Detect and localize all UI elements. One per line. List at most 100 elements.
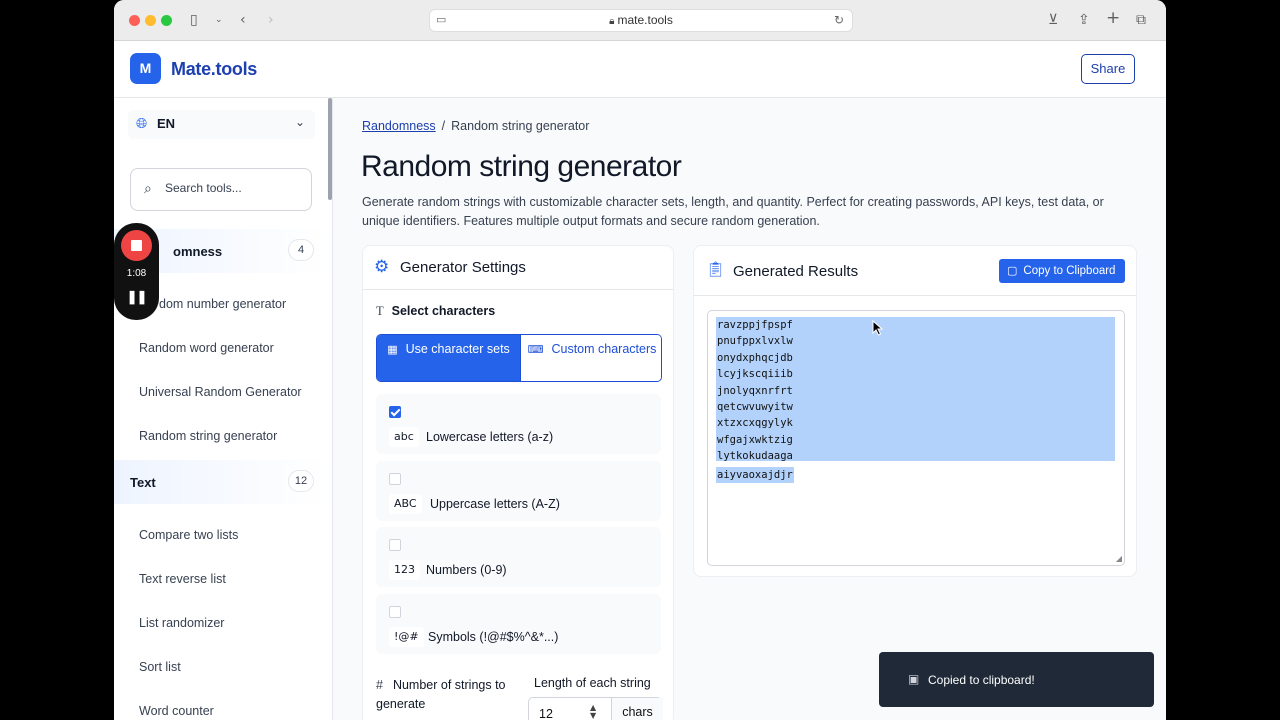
maximize-window-button[interactable] bbox=[161, 15, 172, 26]
custom-characters-button[interactable]: ⌨ Custom characters bbox=[520, 335, 661, 381]
forward-icon[interactable]: › bbox=[268, 10, 274, 30]
url-text: mate.tools bbox=[617, 13, 673, 27]
share-icon[interactable]: ⇪ bbox=[1078, 10, 1090, 30]
breadcrumb-separator: / bbox=[441, 119, 446, 133]
symbols-checkbox[interactable] bbox=[389, 606, 401, 618]
sidebar-item-list-randomizer[interactable]: List randomizer bbox=[139, 616, 224, 630]
sidebar-scrollbar[interactable] bbox=[328, 98, 332, 200]
uppercase-checkbox[interactable] bbox=[389, 473, 401, 485]
numbers-checkbox[interactable] bbox=[389, 539, 401, 551]
breadcrumb: Randomness / Random string generator bbox=[362, 119, 589, 133]
sidebar-item-sort-list[interactable]: Sort list bbox=[139, 660, 181, 674]
address-bar[interactable]: ▭ 🔒︎ mate.tools ↻ bbox=[429, 9, 853, 32]
result-line: lytkokudaaga bbox=[717, 450, 793, 463]
result-line: lcyjkscqiiib bbox=[717, 368, 793, 381]
breadcrumb-link-randomness[interactable]: Randomness bbox=[362, 119, 436, 133]
results-textarea[interactable]: ravzppjfpspf pnufppxlvxlw onydxphqcjdb l… bbox=[707, 310, 1125, 566]
settings-title: Generator Settings bbox=[400, 259, 526, 276]
toast-message: Copied to clipboard! bbox=[928, 673, 1035, 687]
gear-icon: ⚙ bbox=[374, 257, 390, 277]
page-settings-icon[interactable]: ▭ bbox=[436, 10, 446, 31]
sidebar-item-random-string-generator[interactable]: Random string generator bbox=[139, 429, 277, 443]
sidebar-item-random-number-generator[interactable]: dom number generator bbox=[159, 297, 286, 311]
language-select[interactable]: 🌐︎ EN ⌄ bbox=[128, 110, 315, 139]
length-stepper-icon[interactable]: ▲ ▼ bbox=[590, 704, 596, 720]
count-label: # Number of strings to generate bbox=[376, 676, 516, 714]
browser-window: ▯ ⌄ ‹ › ▭ 🔒︎ mate.tools ↻ ⊻ ⇪ + ⧉ M Mate.… bbox=[114, 0, 1166, 720]
new-tab-icon[interactable]: + bbox=[1106, 8, 1120, 28]
globe-icon: 🌐︎ bbox=[136, 116, 148, 132]
chevron-down-icon[interactable]: ⌄ bbox=[215, 10, 223, 30]
sidebar-item-random-word-generator[interactable]: Random word generator bbox=[139, 341, 274, 355]
language-value: EN bbox=[157, 116, 176, 131]
option-label: Symbols (!@#$%^&*...) bbox=[428, 630, 559, 644]
clipboard-list-icon: 📋︎ bbox=[706, 260, 726, 278]
sidebar-item-word-counter[interactable]: Word counter bbox=[139, 704, 214, 718]
lowercase-checkbox[interactable] bbox=[389, 406, 401, 418]
category-label: omness bbox=[173, 244, 223, 259]
minimize-window-button[interactable] bbox=[145, 15, 156, 26]
logo-text[interactable]: Mate.tools bbox=[171, 59, 257, 80]
reload-icon[interactable]: ↻ bbox=[834, 10, 844, 31]
result-line: pnufppxlvxlw bbox=[717, 335, 793, 348]
breadcrumb-current: Random string generator bbox=[451, 119, 590, 133]
logo-badge[interactable]: M bbox=[130, 53, 161, 84]
lock-icon: 🔒︎ bbox=[609, 16, 615, 27]
option-uppercase[interactable]: ABC Uppercase letters (A-Z) bbox=[376, 461, 661, 521]
option-numbers[interactable]: 123 Numbers (0-9) bbox=[376, 527, 661, 587]
result-line: wfgajxwktzig bbox=[717, 433, 793, 446]
option-tag: ABC bbox=[389, 494, 422, 514]
hash-icon: # bbox=[376, 678, 383, 692]
resize-handle-icon[interactable]: ◢ bbox=[1116, 554, 1122, 563]
length-input[interactable]: 12 ▲ ▼ chars bbox=[528, 697, 663, 720]
option-label: Lowercase letters (a-z) bbox=[426, 430, 554, 444]
use-character-sets-button[interactable]: ▦ Use character sets bbox=[377, 335, 520, 381]
result-line: jnolyqxnrfrt bbox=[717, 384, 793, 397]
generator-settings-card: ⚙ Generator Settings T Select characters … bbox=[362, 245, 674, 720]
option-label: Uppercase letters (A-Z) bbox=[430, 497, 560, 511]
settings-card-header: ⚙ Generator Settings bbox=[363, 246, 673, 290]
sidebar-item-text-reverse-list[interactable]: Text reverse list bbox=[139, 572, 226, 586]
keyboard-icon: ⌨ bbox=[527, 343, 544, 356]
search-input[interactable] bbox=[165, 181, 305, 195]
search-icon: ⌕ bbox=[144, 181, 152, 197]
result-line: aiyvaoxajdjr bbox=[716, 466, 794, 483]
category-count-badge: 12 bbox=[288, 470, 314, 492]
sidebar-toggle-icon[interactable]: ▯ bbox=[190, 10, 198, 30]
tab-overview-icon[interactable]: ⧉ bbox=[1136, 10, 1146, 30]
pause-recording-button[interactable]: ❚❚ bbox=[114, 289, 159, 305]
character-mode-toggle: ▦ Use character sets ⌨ Custom characters bbox=[376, 334, 662, 382]
count-label-text: Number of strings to generate bbox=[376, 678, 506, 711]
main-content: Randomness / Random string generator Rando… bbox=[333, 98, 1166, 720]
back-icon[interactable]: ‹ bbox=[240, 10, 246, 30]
screen-recording-control: 1:08 ❚❚ bbox=[114, 223, 159, 320]
option-lowercase[interactable]: abc Lowercase letters (a-z) bbox=[376, 394, 661, 454]
result-line: onydxphqcjdb bbox=[717, 351, 793, 364]
sidebar-item-universal-random-generator[interactable]: Universal Random Generator bbox=[139, 385, 302, 399]
result-line: xtzxcxqgylyk bbox=[717, 417, 793, 430]
close-window-button[interactable] bbox=[129, 15, 140, 26]
select-characters-label: Select characters bbox=[391, 304, 496, 318]
clipboard-check-icon: ▣ bbox=[908, 672, 920, 686]
option-tag: 123 bbox=[389, 560, 420, 580]
result-line: ravzppjfpspf bbox=[717, 319, 793, 331]
sidebar-item-compare-two-lists[interactable]: Compare two lists bbox=[139, 528, 238, 542]
page-title: Random string generator bbox=[361, 150, 682, 183]
recording-time: 1:08 bbox=[126, 268, 147, 279]
share-button[interactable]: Share bbox=[1081, 54, 1135, 84]
sidebar-category-text[interactable]: Text 12 bbox=[114, 460, 328, 504]
length-label: Length of each string bbox=[534, 676, 651, 690]
stop-recording-button[interactable] bbox=[121, 230, 152, 261]
page-description: Generate random strings with customizabl… bbox=[362, 195, 1104, 228]
text-type-icon: T bbox=[376, 304, 384, 318]
search-field[interactable]: ⌕ bbox=[130, 168, 312, 211]
category-label: Text bbox=[130, 475, 156, 490]
option-symbols[interactable]: !@# Symbols (!@#$%^&*...) bbox=[376, 594, 661, 654]
download-icon[interactable]: ⊻ bbox=[1048, 10, 1058, 30]
copy-button-label: Copy to Clipboard bbox=[1023, 265, 1116, 277]
select-characters-heading: T Select characters bbox=[376, 304, 495, 319]
result-line: qetcwvuwyitw bbox=[717, 400, 793, 413]
option-tag: abc bbox=[389, 427, 419, 447]
copy-to-clipboard-button[interactable]: ▢ Copy to Clipboard bbox=[999, 259, 1125, 283]
use-character-sets-label: Use character sets bbox=[405, 342, 510, 356]
